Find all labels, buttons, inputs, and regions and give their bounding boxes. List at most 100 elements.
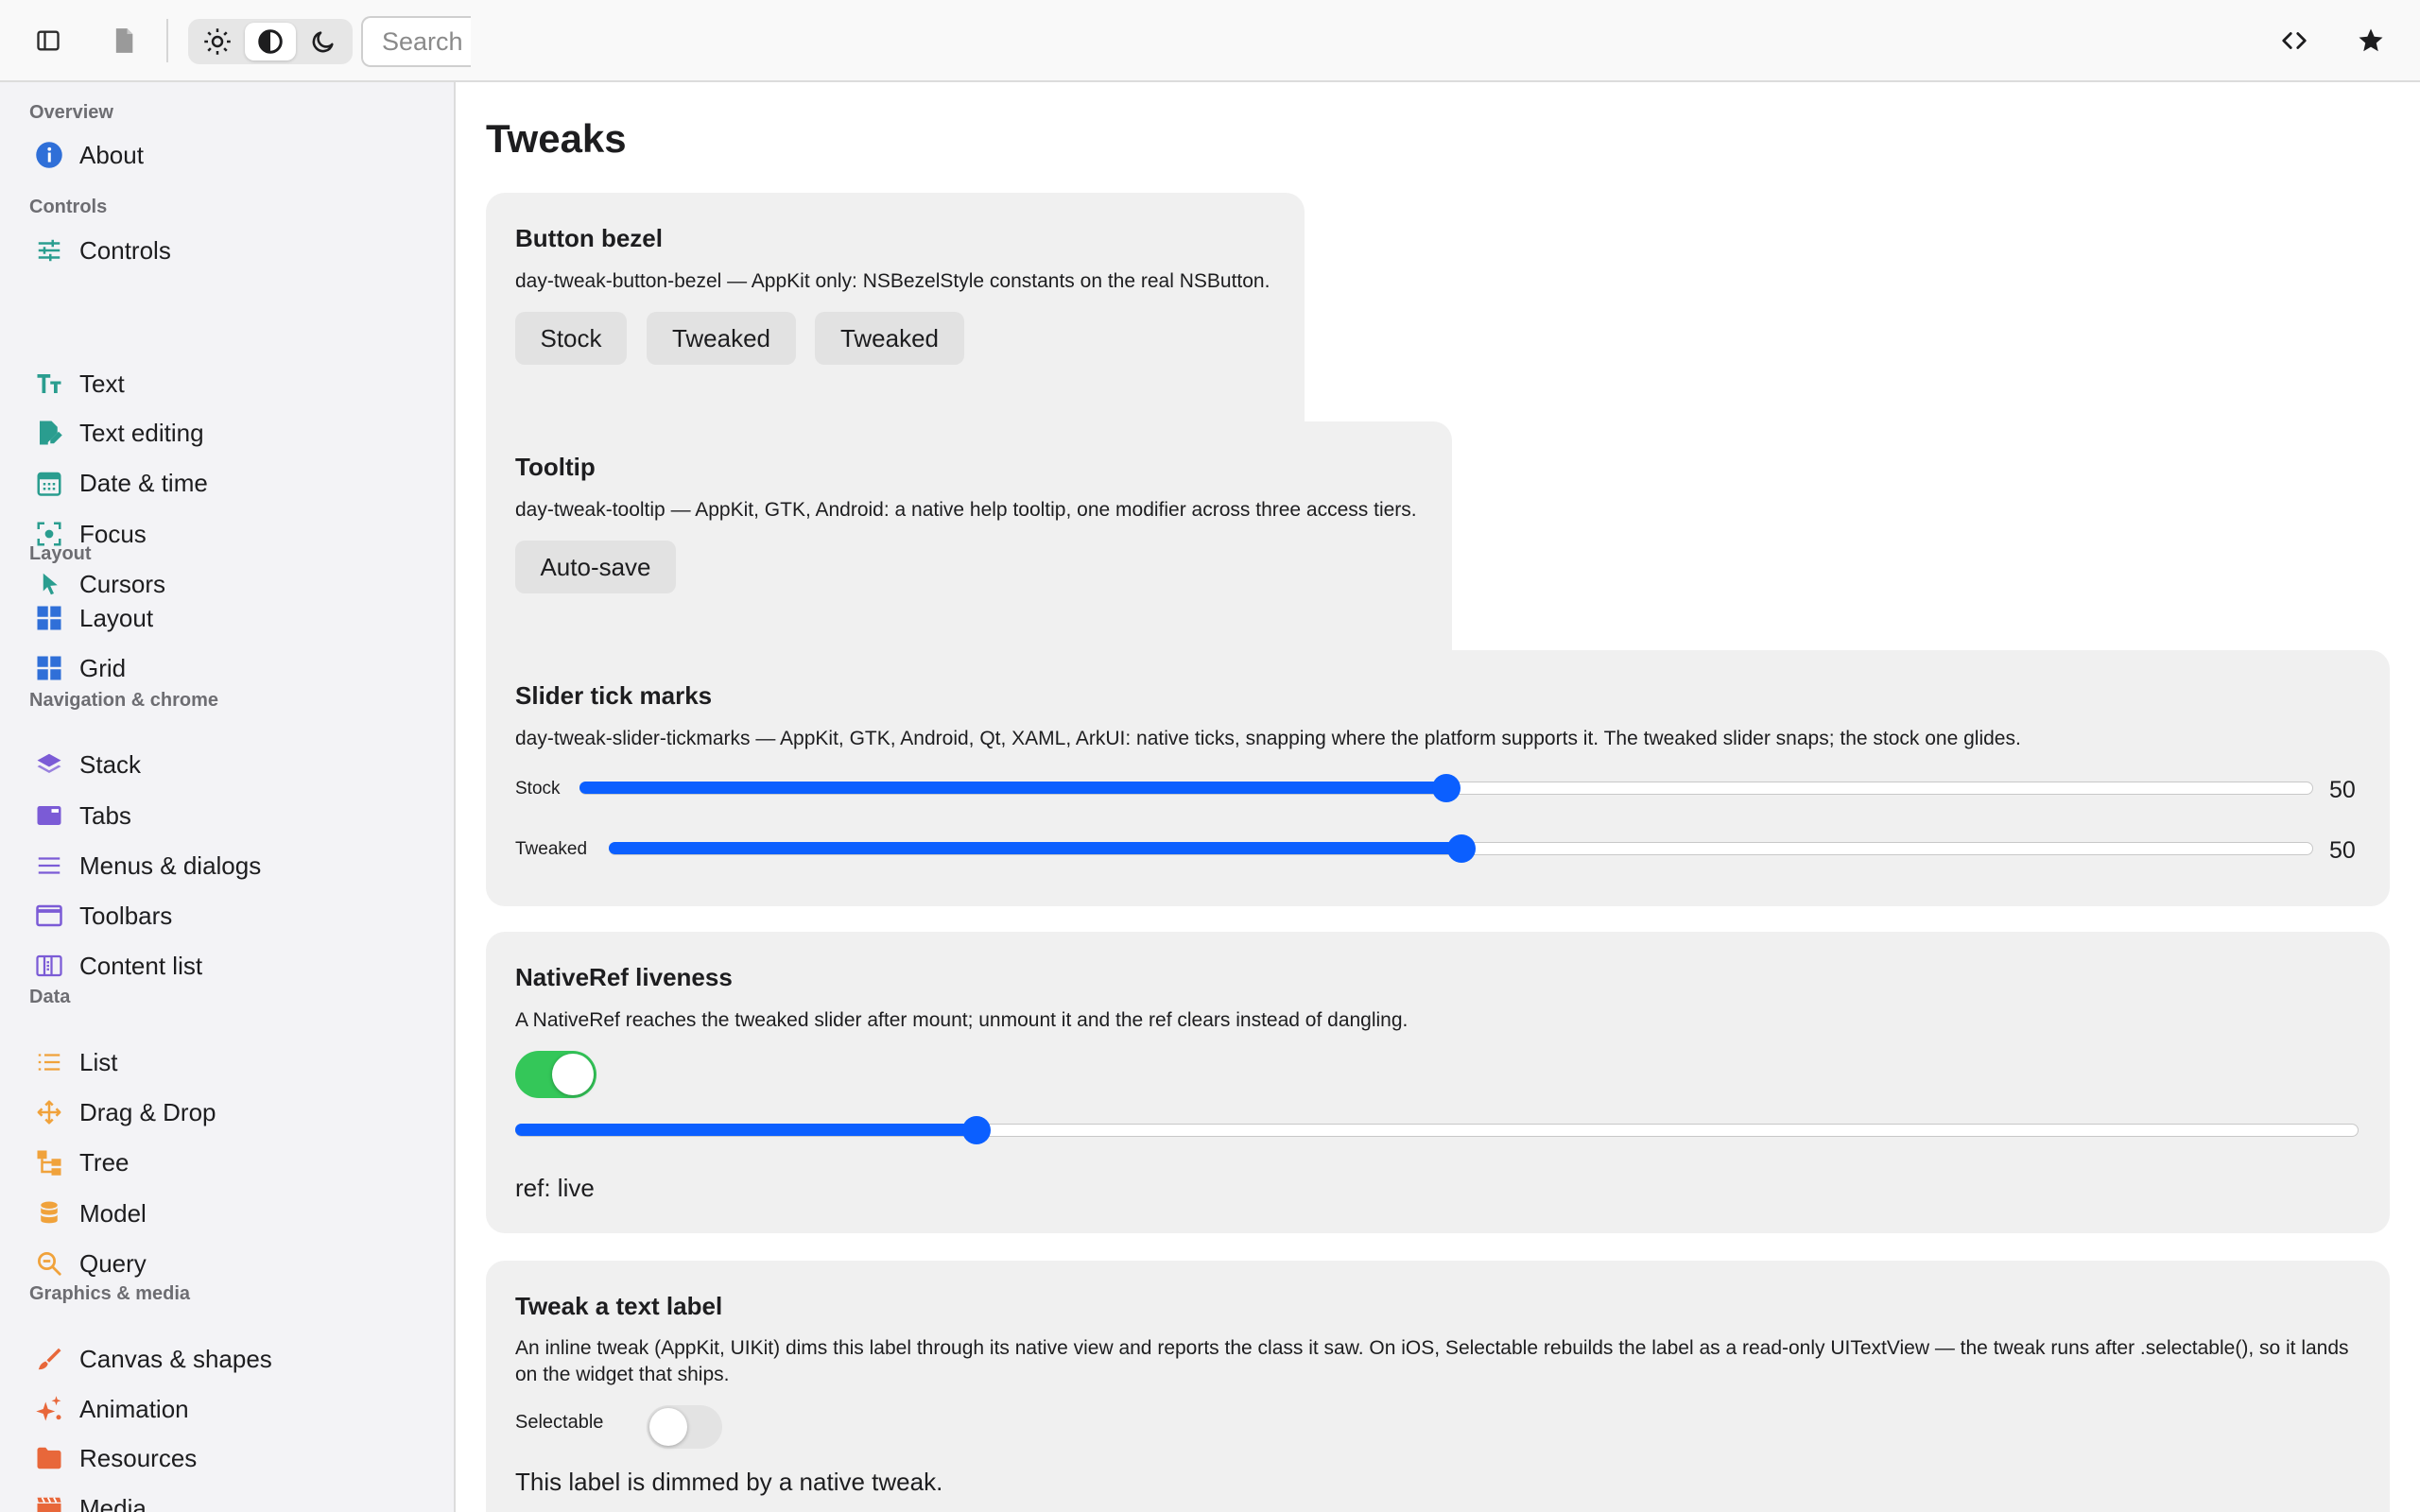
layout-grid-icon: [37, 606, 61, 630]
star-icon[interactable]: [2351, 21, 2391, 60]
sidebar-item-stack[interactable]: Stack: [19, 743, 435, 786]
tree-icon: [37, 1150, 61, 1176]
theme-switcher: [188, 19, 353, 64]
toolbar: [0, 0, 2420, 82]
sidebar-item-label: Media: [79, 1493, 147, 1512]
sidebar-item-toolbars[interactable]: Toolbars: [19, 894, 435, 937]
sidebar-item-label: Content list: [79, 951, 203, 980]
card-title: NativeRef liveness: [515, 963, 733, 991]
sidebar-item-list[interactable]: List: [19, 1040, 435, 1084]
sidebar-item-content-list[interactable]: Content list: [19, 944, 435, 988]
grid-icon: [37, 656, 61, 680]
sidebar-item-date-time[interactable]: Date & time: [19, 461, 435, 505]
text-label-card: Tweak a text label An inline tweak (AppK…: [486, 1261, 2390, 1512]
nativeref-slider[interactable]: [515, 1116, 2359, 1144]
tweaked-slider[interactable]: [609, 834, 2313, 863]
sidebar-item-label: Text editing: [79, 418, 204, 447]
tweaked-slider-label: Tweaked: [515, 839, 588, 859]
stock-button[interactable]: Stock: [515, 312, 627, 365]
cursor-icon: [43, 573, 58, 595]
card-description: An inline tweak (AppKit, UIKit) dims thi…: [515, 1337, 2349, 1385]
moon-icon: [312, 31, 334, 53]
sidebar-item-label: Toolbars: [79, 901, 173, 930]
sidebar-toggle-icon[interactable]: [28, 21, 68, 60]
sidebar-item-menus-dialogs[interactable]: Menus & dialogs: [19, 844, 435, 887]
mount-toggle[interactable]: [515, 1051, 596, 1098]
card-title: Tweak a text label: [515, 1292, 723, 1320]
code-icon[interactable]: [2274, 21, 2314, 60]
sidebar-section-layout: Layout: [29, 543, 92, 564]
sparkle-icon: [36, 1396, 61, 1421]
sidebar-item-label: Date & time: [79, 468, 208, 497]
nativeref-card: NativeRef liveness A NativeRef reaches t…: [486, 932, 2390, 1233]
sidebar-section-controls: Controls: [29, 197, 108, 217]
sidebar-item-about[interactable]: About: [19, 133, 435, 177]
slider-thumb[interactable]: [1432, 774, 1461, 802]
page-title: Tweaks: [486, 116, 627, 161]
brush-icon: [38, 1348, 61, 1370]
stock-slider-value: 50: [2329, 777, 2356, 803]
sidebar-item-label: Cursors: [79, 569, 166, 598]
sidebar-item-label: Tree: [79, 1147, 130, 1177]
layers-icon: [37, 753, 61, 773]
sidebar-item-query[interactable]: Query: [19, 1242, 435, 1285]
sidebar-section-navigation: Navigation & chrome: [29, 690, 219, 711]
selectable-label: Selectable: [515, 1412, 604, 1433]
sidebar-item-tree[interactable]: Tree: [19, 1141, 435, 1184]
slider-tickmarks-card: Slider tick marks day-tweak-slider-tickm…: [486, 650, 2390, 906]
selectable-toggle[interactable]: [647, 1405, 722, 1449]
sidebar-item-layout[interactable]: Layout: [19, 596, 435, 640]
sidebar-item-label: Animation: [79, 1394, 189, 1423]
sidebar-item-model[interactable]: Model: [19, 1192, 435, 1235]
toolbar-separator: [166, 19, 168, 62]
sidebar-item-label: Controls: [79, 235, 171, 265]
search-input[interactable]: [361, 16, 471, 67]
sidebar-item-media[interactable]: Media: [19, 1486, 435, 1512]
calendar-icon: [37, 472, 61, 496]
card-description: day-tweak-slider-tickmarks — AppKit, GTK…: [515, 728, 2021, 749]
slider-fill: [609, 842, 1461, 854]
sidebar-item-resources[interactable]: Resources: [19, 1436, 435, 1480]
sidebar-item-animation[interactable]: Animation: [19, 1387, 435, 1431]
tweaked-button-alt[interactable]: Tweaked: [815, 312, 964, 365]
sidebar-item-controls[interactable]: Controls: [19, 229, 435, 272]
slider-thumb[interactable]: [1447, 834, 1476, 863]
sidebar-item-label: Grid: [79, 653, 127, 682]
sidebar-item-label: Layout: [79, 603, 154, 632]
sidebar-item-label: Menus & dialogs: [79, 850, 262, 880]
sidebar-item-label: Tabs: [79, 800, 131, 830]
sidebar-item-drag-drop[interactable]: Drag & Drop: [19, 1091, 435, 1134]
ref-status: ref: live: [515, 1174, 595, 1202]
text-size-icon: [37, 374, 61, 393]
auto-theme-button[interactable]: [245, 23, 296, 60]
light-theme-button[interactable]: [192, 23, 243, 60]
document-icon[interactable]: [104, 21, 144, 60]
sliders-icon: [38, 239, 60, 262]
sidebar-item-text[interactable]: Text: [19, 362, 435, 405]
contrast-icon: [258, 29, 283, 54]
stock-slider[interactable]: [579, 774, 2313, 802]
folder-icon: [37, 1447, 61, 1469]
database-icon: [41, 1201, 58, 1224]
sidebar-item-text-editing[interactable]: Text editing: [19, 411, 435, 455]
window-icon: [36, 904, 62, 927]
tweaked-button[interactable]: Tweaked: [647, 312, 796, 365]
sidebar-item-grid[interactable]: Grid: [19, 646, 435, 690]
card-title: Tooltip: [515, 453, 596, 481]
sidebar-item-label: Canvas & shapes: [79, 1344, 272, 1373]
slider-fill: [515, 1124, 976, 1136]
stock-slider-label: Stock: [515, 779, 561, 799]
sidebar-item-label: Stack: [79, 749, 142, 779]
sidebar-item-label: About: [79, 140, 144, 169]
info-icon: [36, 142, 62, 168]
dark-theme-button[interactable]: [298, 23, 349, 60]
auto-save-button[interactable]: Auto-save: [515, 541, 676, 593]
sun-icon: [204, 28, 231, 55]
slider-fill: [579, 782, 1445, 794]
search-zoom-icon: [38, 1252, 61, 1276]
card-description: day-tweak-button-bezel — AppKit only: NS…: [515, 270, 1270, 292]
sidebar-item-canvas-shapes[interactable]: Canvas & shapes: [19, 1337, 435, 1381]
slider-thumb[interactable]: [962, 1116, 991, 1144]
sidebar-item-tabs[interactable]: Tabs: [19, 794, 435, 837]
dimmed-label: This label is dimmed by a native tweak.: [515, 1468, 943, 1496]
